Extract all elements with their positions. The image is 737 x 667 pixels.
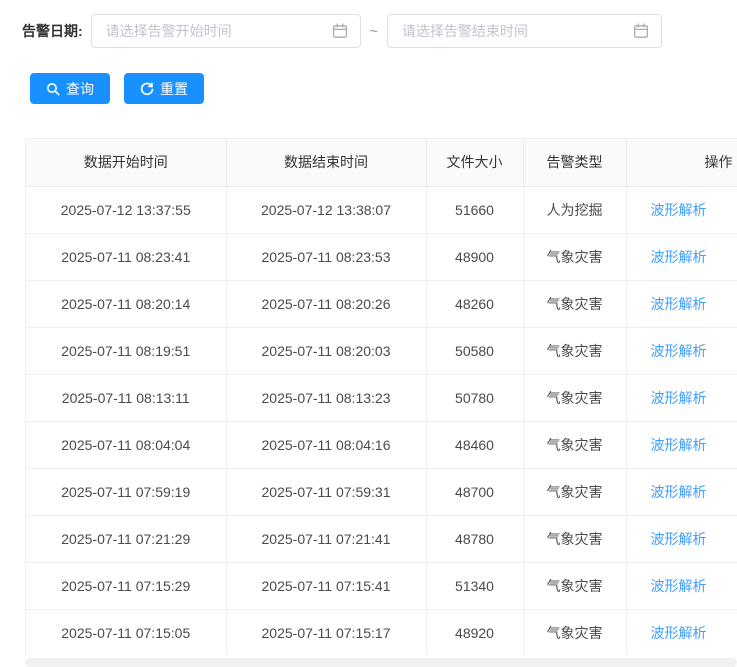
cell-start-time: 2025-07-11 07:15:05 [26, 609, 227, 655]
cell-alarm-type: 气象灾害 [523, 421, 627, 469]
cell-start-time: 2025-07-11 08:20:14 [26, 280, 227, 328]
table-row: 2025-07-11 07:15:05 2025-07-11 07:15:17 … [26, 609, 737, 655]
cell-actions: 波形解析 [626, 186, 737, 234]
table-body: 2025-07-12 13:37:55 2025-07-12 13:38:07 … [26, 186, 737, 655]
reset-button[interactable]: 重置 [124, 73, 204, 104]
search-button-label: 查询 [66, 80, 94, 97]
waveform-analysis-link[interactable]: 波形解析 [651, 390, 707, 406]
reset-button-label: 重置 [160, 80, 188, 97]
waveform-analysis-link[interactable]: 波形解析 [651, 296, 707, 312]
cell-actions: 波形解析 [626, 468, 737, 516]
alarm-date-label: 告警日期: [22, 23, 83, 39]
cell-actions: 波形解析 [626, 327, 737, 375]
table-row: 2025-07-12 13:37:55 2025-07-12 13:38:07 … [26, 186, 737, 234]
cell-alarm-type: 气象灾害 [523, 468, 627, 516]
filter-bar: 告警日期: ~ [22, 14, 662, 48]
cell-actions: 波形解析 [626, 562, 737, 610]
table-row: 2025-07-11 08:19:51 2025-07-11 08:20:03 … [26, 327, 737, 375]
waveform-analysis-link[interactable]: 波形解析 [651, 625, 707, 641]
cell-end-time: 2025-07-11 08:23:53 [226, 233, 427, 281]
cell-end-time: 2025-07-11 07:15:17 [226, 609, 427, 655]
cell-actions: 波形解析 [626, 421, 737, 469]
cell-end-time: 2025-07-11 08:04:16 [226, 421, 427, 469]
cell-end-time: 2025-07-12 13:38:07 [226, 186, 427, 234]
table-row: 2025-07-11 08:20:14 2025-07-11 08:20:26 … [26, 280, 737, 328]
cell-file-size: 48920 [426, 609, 524, 655]
cell-alarm-type: 气象灾害 [523, 515, 627, 563]
cell-start-time: 2025-07-11 07:15:29 [26, 562, 227, 610]
cell-end-time: 2025-07-11 08:20:26 [226, 280, 427, 328]
col-header-data-end-time: 数据结束时间 [226, 139, 427, 187]
end-date-picker[interactable] [386, 14, 662, 48]
cell-file-size: 48900 [426, 233, 524, 281]
start-date-picker[interactable] [90, 14, 361, 48]
cell-actions: 波形解析 [626, 374, 737, 422]
cell-actions: 波形解析 [626, 280, 737, 328]
cell-actions: 波形解析 [626, 515, 737, 563]
cell-alarm-type: 气象灾害 [523, 609, 627, 655]
table-row: 2025-07-11 08:13:11 2025-07-11 08:13:23 … [26, 374, 737, 422]
start-date-input[interactable] [91, 15, 332, 47]
cell-end-time: 2025-07-11 07:15:41 [226, 562, 427, 610]
col-header-data-start-time: 数据开始时间 [26, 139, 227, 187]
col-header-alarm-type: 告警类型 [523, 139, 627, 187]
waveform-analysis-link[interactable]: 波形解析 [651, 484, 707, 500]
cell-file-size: 48780 [426, 515, 524, 563]
waveform-analysis-link[interactable]: 波形解析 [651, 249, 707, 265]
cell-start-time: 2025-07-11 08:13:11 [26, 374, 227, 422]
cell-alarm-type: 气象灾害 [523, 327, 627, 375]
cell-end-time: 2025-07-11 08:20:03 [226, 327, 427, 375]
cell-alarm-type: 气象灾害 [523, 562, 627, 610]
waveform-analysis-link[interactable]: 波形解析 [651, 202, 707, 218]
table-row: 2025-07-11 07:21:29 2025-07-11 07:21:41 … [26, 515, 737, 563]
horizontal-scrollbar[interactable] [25, 658, 737, 667]
cell-file-size: 50780 [426, 374, 524, 422]
table-row: 2025-07-11 08:23:41 2025-07-11 08:23:53 … [26, 233, 737, 281]
waveform-analysis-link[interactable]: 波形解析 [651, 437, 707, 453]
calendar-icon[interactable] [332, 23, 348, 39]
cell-actions: 波形解析 [626, 233, 737, 281]
end-date-input[interactable] [387, 15, 633, 47]
cell-end-time: 2025-07-11 07:59:31 [226, 468, 427, 516]
search-icon [46, 82, 60, 96]
table-row: 2025-07-11 07:15:29 2025-07-11 07:15:41 … [26, 562, 737, 610]
cell-alarm-type: 气象灾害 [523, 233, 627, 281]
cell-start-time: 2025-07-12 13:37:55 [26, 186, 227, 234]
waveform-analysis-link[interactable]: 波形解析 [651, 531, 707, 547]
cell-alarm-type: 气象灾害 [523, 280, 627, 328]
table-row: 2025-07-11 07:59:19 2025-07-11 07:59:31 … [26, 468, 737, 516]
cell-file-size: 50580 [426, 327, 524, 375]
cell-start-time: 2025-07-11 08:04:04 [26, 421, 227, 469]
cell-file-size: 51340 [426, 562, 524, 610]
cell-start-time: 2025-07-11 07:21:29 [26, 515, 227, 563]
cell-start-time: 2025-07-11 08:23:41 [26, 233, 227, 281]
cell-alarm-type: 人为挖掘 [523, 186, 627, 234]
range-separator: ~ [369, 23, 378, 39]
table-row: 2025-07-11 08:04:04 2025-07-11 08:04:16 … [26, 421, 737, 469]
cell-file-size: 48260 [426, 280, 524, 328]
alarm-table: 数据开始时间 数据结束时间 文件大小 告警类型 操作 2025-07-12 13… [25, 138, 737, 655]
waveform-analysis-link[interactable]: 波形解析 [651, 343, 707, 359]
col-header-file-size: 文件大小 [426, 139, 524, 187]
cell-start-time: 2025-07-11 08:19:51 [26, 327, 227, 375]
col-header-actions: 操作 [626, 139, 737, 187]
table-header: 数据开始时间 数据结束时间 文件大小 告警类型 操作 [26, 139, 737, 187]
cell-file-size: 48460 [426, 421, 524, 469]
calendar-icon[interactable] [633, 23, 649, 39]
cell-file-size: 48700 [426, 468, 524, 516]
cell-actions: 波形解析 [626, 609, 737, 655]
refresh-icon [140, 82, 154, 96]
toolbar: 查询 重置 [30, 73, 204, 104]
waveform-analysis-link[interactable]: 波形解析 [651, 578, 707, 594]
search-button[interactable]: 查询 [30, 73, 110, 104]
cell-file-size: 51660 [426, 186, 524, 234]
cell-start-time: 2025-07-11 07:59:19 [26, 468, 227, 516]
cell-alarm-type: 气象灾害 [523, 374, 627, 422]
cell-end-time: 2025-07-11 08:13:23 [226, 374, 427, 422]
cell-end-time: 2025-07-11 07:21:41 [226, 515, 427, 563]
